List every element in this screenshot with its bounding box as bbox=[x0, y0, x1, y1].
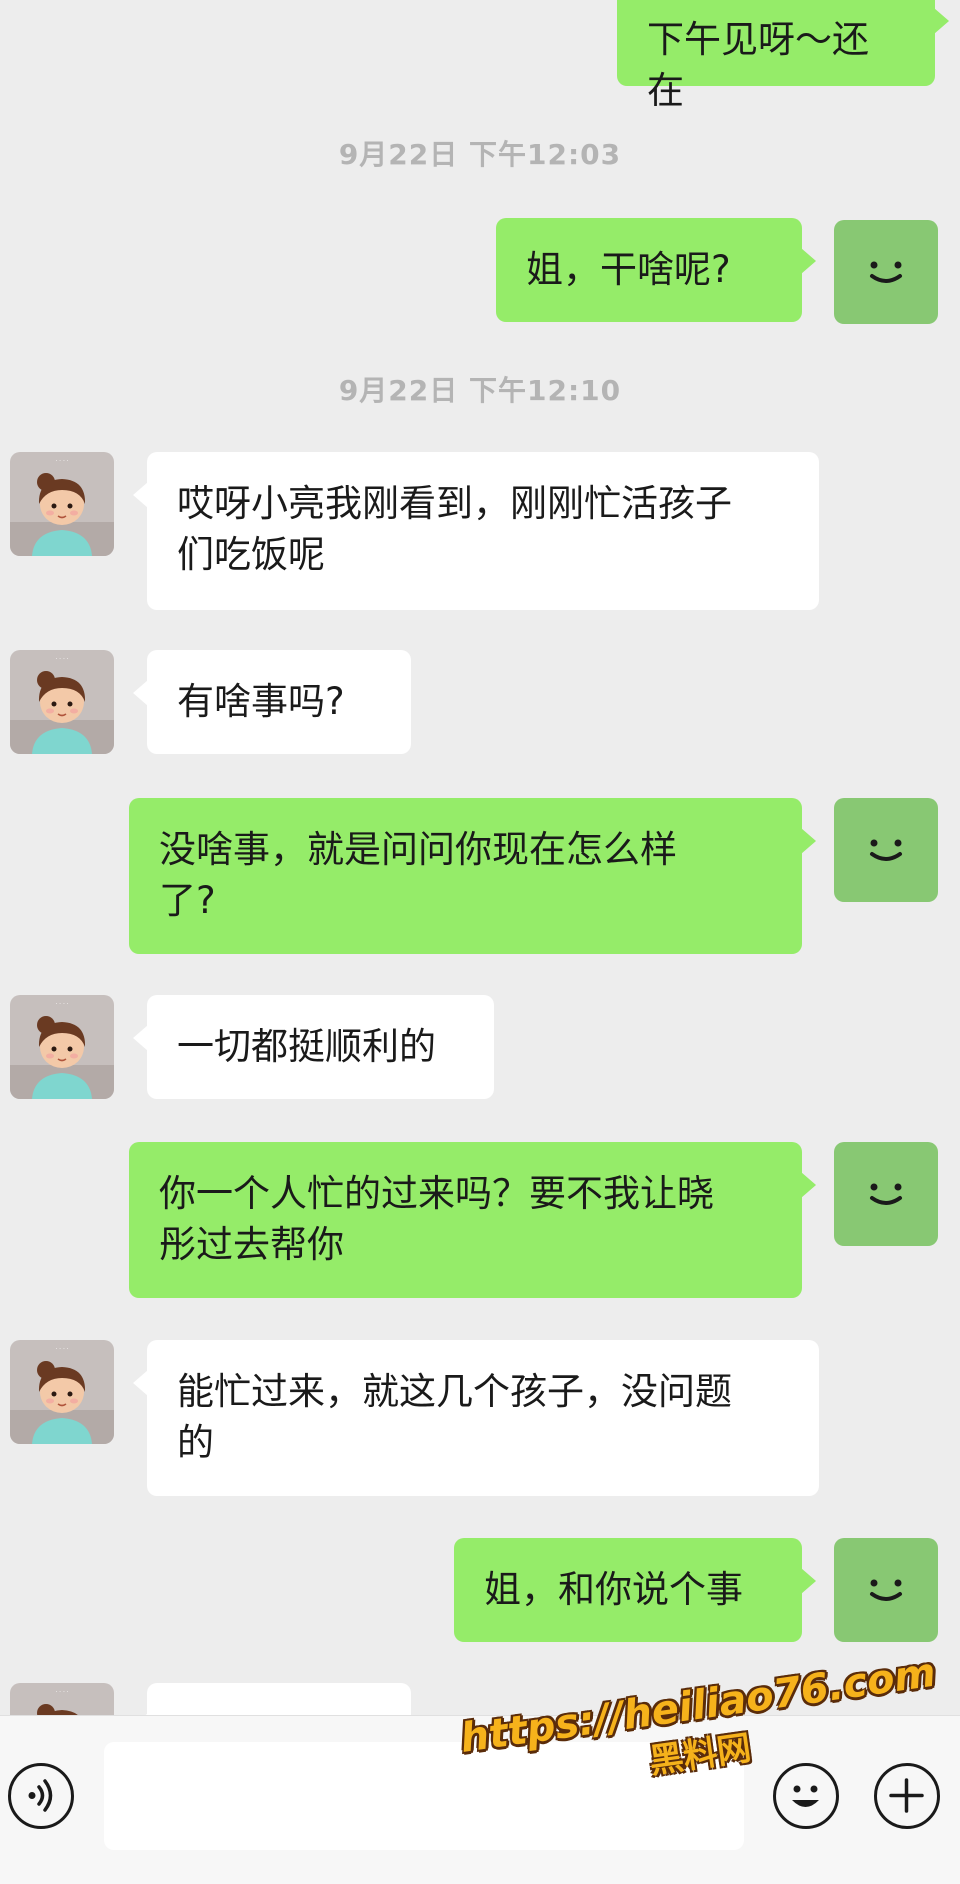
emoji-icon bbox=[792, 1785, 819, 1807]
cartoon-girl-icon bbox=[10, 452, 114, 556]
message-input[interactable] bbox=[104, 1742, 744, 1850]
message-bubble-incoming[interactable]: 能忙过来，就这几个孩子，没问题 的 bbox=[133, 1340, 819, 1496]
message-bubble-outgoing[interactable]: 姐，干啥呢? bbox=[496, 218, 816, 322]
message-bubble-incoming[interactable]: 哎呀小亮我刚看到，刚刚忙活孩子 们吃饭呢 bbox=[133, 452, 819, 610]
timestamp: 9月22日 下午12:03 bbox=[338, 138, 622, 171]
cartoon-girl-icon bbox=[10, 650, 114, 754]
chat-area: 下午见呀～还在 9月22日 下午12:03 姐，干啥呢? 9月22日 下午12:… bbox=[0, 0, 960, 1715]
cartoon-girl-icon bbox=[10, 1340, 114, 1444]
voice-icon bbox=[28, 1779, 53, 1812]
my-avatar[interactable] bbox=[834, 1142, 938, 1246]
message-bubble-outgoing[interactable]: 你一个人忙的过来吗？要不我让晓 彤过去帮你 bbox=[129, 1142, 816, 1298]
smile-icon bbox=[834, 1142, 938, 1246]
input-bar bbox=[0, 1715, 960, 1884]
smile-icon bbox=[834, 1538, 938, 1642]
message-bubble-incoming[interactable]: 一切都挺顺利的 bbox=[133, 995, 494, 1099]
message-bubble-outgoing[interactable]: 下午见呀～还在 bbox=[617, 0, 949, 112]
plus-button[interactable] bbox=[874, 1763, 940, 1829]
contact-avatar[interactable] bbox=[10, 452, 114, 556]
cartoon-girl-icon bbox=[10, 995, 114, 1099]
plus-icon bbox=[889, 1778, 924, 1813]
my-avatar[interactable] bbox=[834, 1538, 938, 1642]
emoji-button[interactable] bbox=[773, 1763, 839, 1829]
message-bubble-outgoing[interactable]: 姐，和你说个事 bbox=[454, 1538, 816, 1642]
contact-avatar[interactable] bbox=[10, 995, 114, 1099]
voice-button[interactable] bbox=[8, 1763, 74, 1829]
my-avatar[interactable] bbox=[834, 798, 938, 902]
contact-avatar[interactable] bbox=[10, 1340, 114, 1444]
message-bubble-incoming[interactable] bbox=[133, 1683, 411, 1715]
timestamp: 9月22日 下午12:10 bbox=[338, 374, 622, 407]
message-bubble-outgoing[interactable]: 没啥事，就是问问你现在怎么样 了? bbox=[129, 798, 816, 954]
smile-icon bbox=[834, 798, 938, 902]
cartoon-girl-icon bbox=[10, 1683, 114, 1715]
message-bubble-incoming[interactable]: 有啥事吗? bbox=[133, 650, 411, 754]
smile-icon bbox=[834, 220, 938, 324]
contact-avatar[interactable] bbox=[10, 1683, 114, 1715]
contact-avatar[interactable] bbox=[10, 650, 114, 754]
my-avatar[interactable] bbox=[834, 220, 938, 324]
